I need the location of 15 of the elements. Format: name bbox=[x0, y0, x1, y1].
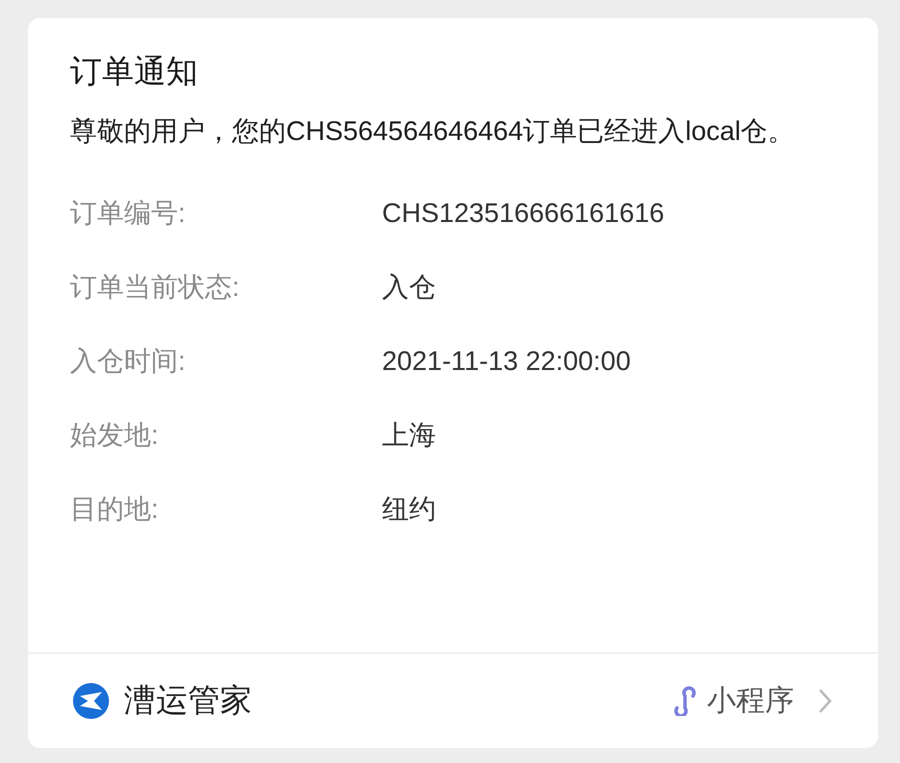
app-name: 漕运管家 bbox=[124, 681, 253, 720]
field-label: 目的地: bbox=[70, 493, 160, 526]
notification-message: 尊敬的用户，您的CHS564564646464订单已经进入local仓。 bbox=[70, 115, 796, 148]
field-label: 订单编号: bbox=[70, 197, 187, 230]
app-logo-icon bbox=[72, 682, 110, 720]
field-value: 2021-11-13 22:00:00 bbox=[382, 346, 631, 377]
field-value: 上海 bbox=[382, 419, 436, 452]
mini-program-link[interactable]: 小程序 bbox=[673, 681, 834, 721]
field-value: 纽约 bbox=[382, 493, 436, 526]
card-title: 订单通知 bbox=[70, 52, 199, 90]
field-value: 入仓 bbox=[382, 271, 436, 304]
field-label: 始发地: bbox=[70, 419, 160, 452]
field-value: CHS123516666161616 bbox=[382, 198, 664, 229]
field-label: 入仓时间: bbox=[70, 345, 187, 378]
field-label: 订单当前状态: bbox=[70, 271, 241, 304]
